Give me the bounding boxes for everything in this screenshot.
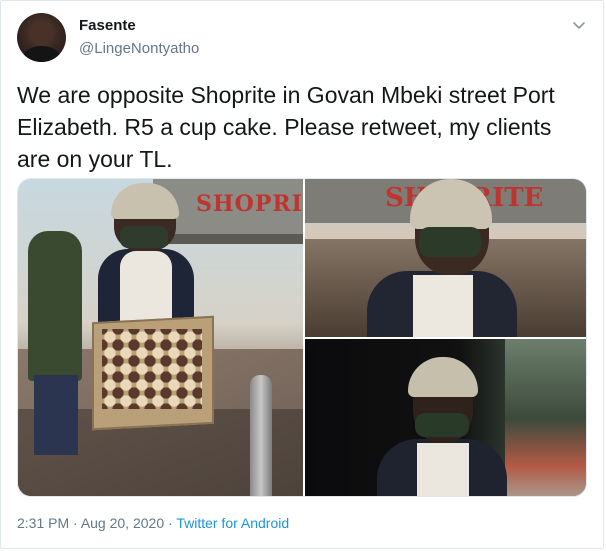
photo-vendor-full[interactable]: SHOPRI bbox=[18, 179, 303, 496]
avatar-face bbox=[32, 22, 51, 46]
bollard bbox=[250, 375, 272, 496]
tweet-text: We are opposite Shoprite in Govan Mbeki … bbox=[17, 82, 555, 172]
vendor-sweater bbox=[413, 275, 473, 337]
photo-vendor-closeup[interactable]: SHOPRITE bbox=[305, 179, 586, 337]
tweet-date[interactable]: Aug 20, 2020 bbox=[81, 515, 164, 531]
avatar[interactable] bbox=[17, 13, 66, 62]
vendor-beanie bbox=[408, 357, 478, 397]
author-display-name[interactable]: Fasente bbox=[79, 17, 136, 34]
bystander bbox=[28, 231, 82, 381]
tweet-source-link[interactable]: Twitter for Android bbox=[176, 515, 289, 531]
vendor-sweater bbox=[417, 443, 469, 496]
tweet-time[interactable]: 2:31 PM bbox=[17, 515, 69, 531]
tweet-footer: 2:31 PM · Aug 20, 2020 · Twitter for And… bbox=[17, 515, 289, 531]
store-sign: SHOPRI bbox=[196, 191, 303, 217]
background-street bbox=[505, 339, 586, 496]
vendor-mask bbox=[415, 413, 469, 437]
tweet-card: Fasente @LingeNontyatho We are opposite … bbox=[0, 0, 604, 549]
author-handle[interactable]: @LingeNontyatho bbox=[79, 40, 199, 57]
media-grid: SHOPRI SHOPRITE bbox=[17, 178, 587, 497]
separator: · bbox=[164, 515, 177, 531]
cupcakes bbox=[102, 329, 202, 409]
photo-vendor-portrait[interactable] bbox=[305, 339, 586, 496]
separator: · bbox=[69, 515, 81, 531]
vendor-mask bbox=[120, 226, 168, 248]
chevron-down-icon[interactable] bbox=[571, 17, 587, 33]
store-awning bbox=[153, 234, 303, 244]
vendor-mask bbox=[419, 227, 481, 257]
bystander-legs bbox=[34, 375, 78, 455]
avatar-shirt bbox=[23, 46, 60, 62]
